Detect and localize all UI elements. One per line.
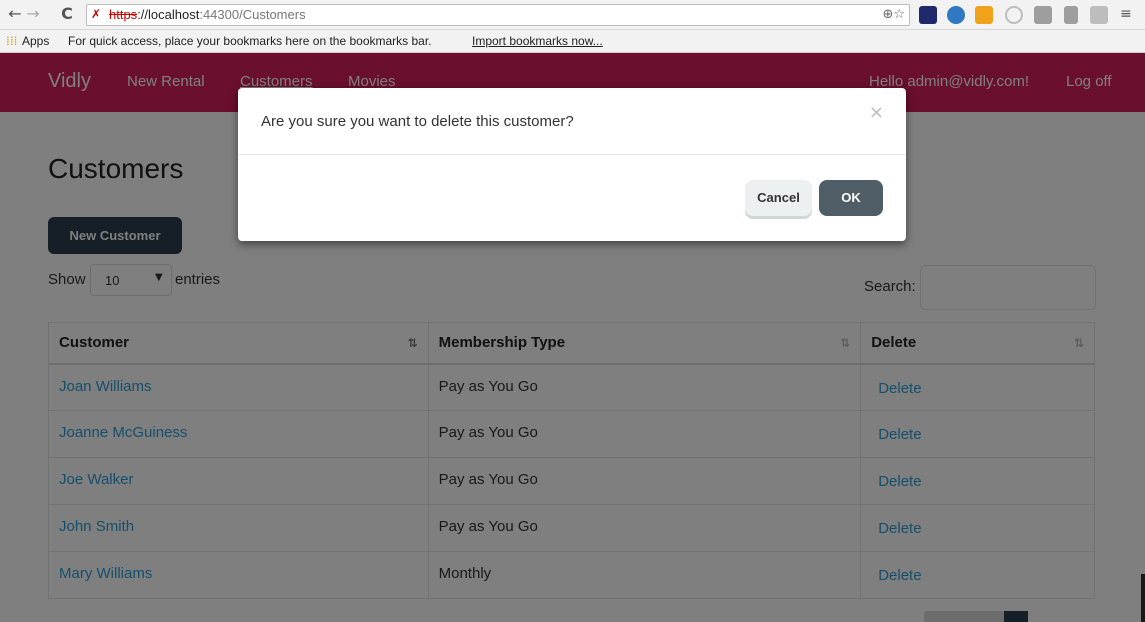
confirm-dialog: Are you sure you want to delete this cus… xyxy=(238,88,906,241)
menu-icon[interactable]: ≡ xyxy=(1120,6,1138,24)
import-bookmarks-link[interactable]: Import bookmarks now... xyxy=(472,30,603,52)
bookmarks-bar: ⁞⁞⁞ Apps For quick access, place your bo… xyxy=(0,30,1145,53)
insecure-lock-icon: ✗ xyxy=(91,7,102,21)
save-icon[interactable] xyxy=(1034,6,1052,24)
address-bar[interactable]: ✗ https://localhost:44300/Customers ⊕☆ xyxy=(86,4,910,26)
apps-icon[interactable]: ⁞⁞⁞ xyxy=(6,30,17,52)
zoom-star-icon[interactable]: ⊕☆ xyxy=(882,7,905,22)
dialog-message: Are you sure you want to delete this cus… xyxy=(261,113,574,130)
cancel-button[interactable]: Cancel xyxy=(745,180,812,216)
feed-icon[interactable] xyxy=(1090,6,1108,24)
browser-toolbar: ← → C ✗ https://localhost:44300/Customer… xyxy=(0,0,1145,30)
tray-icon[interactable] xyxy=(1064,6,1078,24)
bookmarks-hint: For quick access, place your bookmarks h… xyxy=(68,34,432,48)
bookmark-manager-icon[interactable] xyxy=(919,6,937,24)
forward-icon[interactable]: → xyxy=(24,4,42,24)
reload-icon[interactable]: C xyxy=(58,4,76,24)
url-text: https://localhost:44300/Customers xyxy=(109,7,306,22)
globe-icon[interactable] xyxy=(947,6,965,24)
ok-button[interactable]: OK xyxy=(819,180,883,216)
close-icon[interactable]: × xyxy=(869,102,884,123)
power-icon[interactable] xyxy=(1005,6,1023,24)
dialog-body: Are you sure you want to delete this cus… xyxy=(238,88,906,155)
rss-icon[interactable] xyxy=(975,6,993,24)
apps-link[interactable]: Apps xyxy=(22,30,49,52)
back-icon[interactable]: ← xyxy=(6,4,24,24)
